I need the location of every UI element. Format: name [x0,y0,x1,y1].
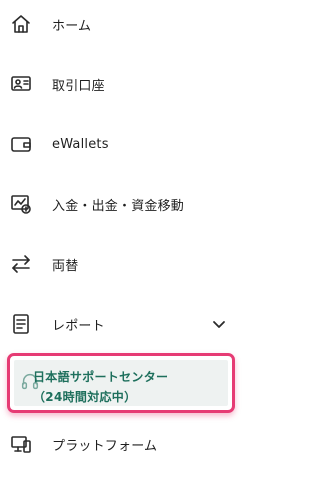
support-center-item[interactable]: 日本語サポートセンター （24時間対応中） [14,360,228,406]
report-document-icon [9,312,33,336]
support-line-2: （24時間対応中） [33,390,137,404]
menu-item-label: eWallets [52,136,109,152]
chevron-down-icon[interactable] [211,316,227,332]
account-card-icon [9,72,33,96]
deposit-withdraw-icon [9,192,33,216]
devices-icon [9,432,33,456]
menu-item-label: レポート [52,318,105,334]
menu-item-platform[interactable]: プラットフォーム [0,424,246,464]
menu-item-reports[interactable]: レポート [0,304,246,344]
support-line-1: 日本語サポートセンター [33,370,169,384]
menu-item-exchange[interactable]: 両替 [0,244,246,284]
menu-item-label: 取引口座 [52,78,105,94]
support-center-label: 日本語サポートセンター （24時間対応中） [33,367,168,407]
menu-item-deposit-withdraw[interactable]: 入金・出金・資金移動 [0,184,246,224]
wallet-icon [9,132,33,156]
home-icon [9,12,33,36]
menu-item-trading-account[interactable]: 取引口座 [0,64,246,104]
sidebar-menu: ホーム 取引口座 eWallets 入金・出金・資金移動 両替 レポート 日本語… [0,0,246,493]
menu-item-label: プラットフォーム [52,438,158,454]
menu-item-label: ホーム [52,18,92,34]
menu-item-ewallets[interactable]: eWallets [0,124,246,164]
menu-item-home[interactable]: ホーム [0,4,246,44]
exchange-arrows-icon [9,252,33,276]
menu-item-label: 入金・出金・資金移動 [52,198,185,214]
support-center-highlight[interactable]: 日本語サポートセンター （24時間対応中） [7,353,235,413]
menu-item-label: 両替 [52,258,79,274]
